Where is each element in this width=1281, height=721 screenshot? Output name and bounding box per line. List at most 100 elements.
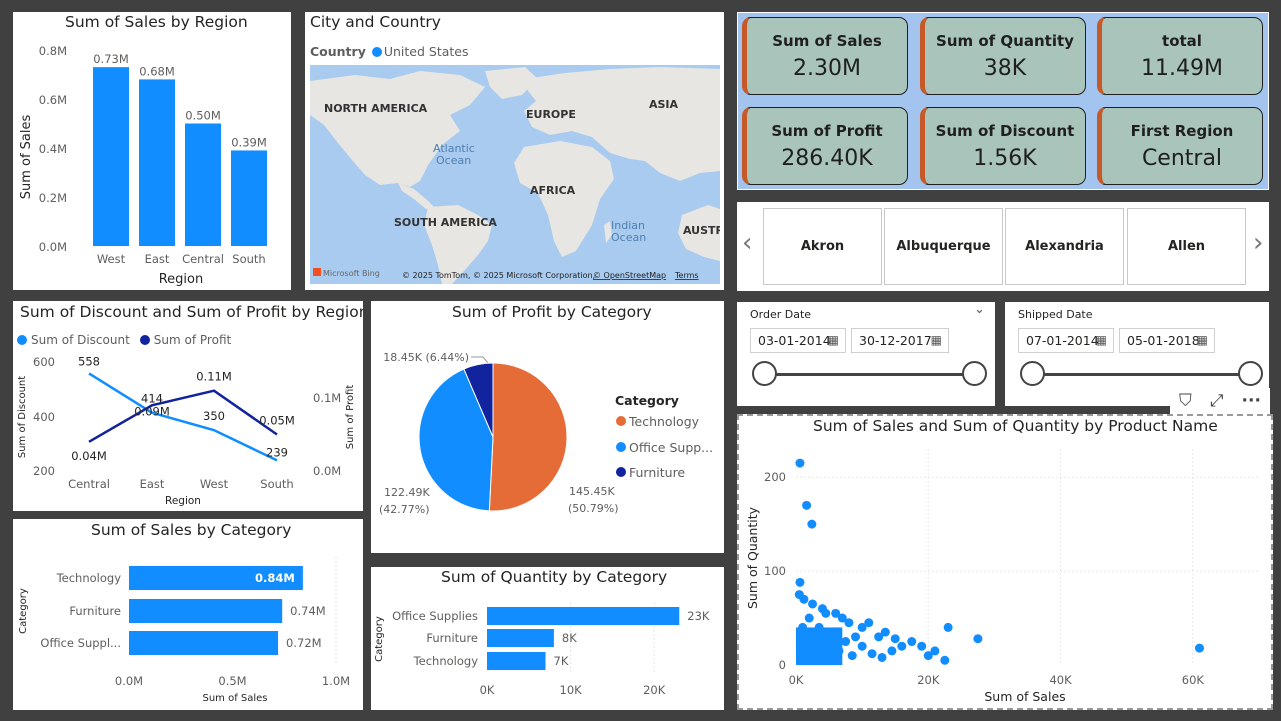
shipped-date-to-input[interactable]: 05-01-2018 ▦ [1119, 328, 1215, 353]
y2-tick: 0.0M [313, 464, 341, 478]
quantity-by-category-visual[interactable]: Sum of Quantity by Category Category Off… [371, 567, 724, 710]
scatter-point [824, 641, 834, 651]
scatter-point [796, 632, 806, 642]
data-label: 0.50M [185, 109, 221, 123]
map-label: ASIA [649, 98, 679, 111]
city-country-map-visual[interactable]: City and Country Country United States N… [305, 12, 724, 290]
data-label: 0.05M [259, 414, 295, 428]
y-axis-label: Category [374, 616, 385, 662]
x-tick: 40K [1049, 673, 1072, 687]
scatter-point [811, 632, 821, 642]
sales-by-category-visual[interactable]: Sum of Sales by Category Category Sum of… [13, 519, 363, 710]
y-tick: 600 [33, 355, 55, 369]
data-label: 558 [78, 354, 100, 368]
world-map[interactable]: NORTH AMERICA EUROPE ASIA AFRICA SOUTH A… [310, 65, 720, 284]
calendar-icon[interactable]: ▦ [1197, 333, 1208, 347]
quantity-by-category-chart: Category Office Supplies 23K Furniture 8K Te… [374, 602, 710, 697]
profit-pie-chart: 18.45K (6.44%) 122.49K (42.77%) 145.45K … [379, 351, 713, 516]
scatter-point [877, 652, 887, 662]
kpi-panel: Sum of Sales 2.30M Sum of Quantity 38K tot… [737, 12, 1269, 190]
data-label: (50.79%) [568, 502, 619, 515]
y-axis-label: Sum of Discount [17, 376, 28, 458]
osm-link[interactable]: © OpenStreetMap [593, 271, 666, 280]
filter-icon[interactable]: ⛉ [1179, 391, 1192, 411]
city-slicer: ‹ Akron Albuquerque Alexandria Allen › [737, 202, 1269, 291]
slider-track[interactable] [1033, 373, 1251, 376]
y-tick: 0.4M [39, 142, 67, 156]
y-tick: Furniture [69, 604, 121, 618]
x-axis-label: Sum of Sales [202, 693, 267, 704]
order-date-from-input[interactable]: 03-01-2014 ▦ [750, 328, 846, 353]
shipped-date-from-input[interactable]: 07-01-2014 ▦ [1018, 328, 1114, 353]
discount-profit-by-region-visual[interactable]: Sum of Discount and Sum of Profit by Reg… [13, 301, 363, 511]
x-tick: West [200, 477, 229, 491]
slider-handle-end[interactable] [1238, 361, 1263, 386]
kpi-value: 1.56K [973, 146, 1037, 171]
focus-mode-icon[interactable]: ⤢ [1210, 391, 1224, 411]
sales-quantity-scatter-visual[interactable]: Sum of Sales and Sum of Quantity by Prod… [737, 414, 1273, 710]
x-tick: 1.0M [322, 674, 350, 688]
city-tile-akron[interactable]: Akron [763, 208, 882, 285]
date-value: 03-01-2014 [758, 333, 831, 348]
data-label: 0.09M [134, 404, 170, 418]
slider-handle-start[interactable] [1020, 361, 1045, 386]
scatter-point [930, 646, 940, 656]
scatter-point [811, 655, 821, 665]
chart-title: City and Country [310, 13, 441, 31]
scatter-point [940, 655, 950, 665]
chevron-down-icon[interactable]: ⌄ [974, 302, 985, 317]
data-label: 8K [562, 631, 577, 645]
kpi-card-quantity[interactable]: Sum of Quantity 38K [920, 17, 1086, 95]
data-label: 0.04M [71, 449, 107, 463]
kpi-card-sales[interactable]: Sum of Sales 2.30M [742, 17, 908, 95]
kpi-card-profit[interactable]: Sum of Profit 286.40K [742, 107, 908, 185]
scatter-point [907, 637, 917, 647]
y-tick: 200 [764, 470, 786, 484]
x-tick: 0K [789, 673, 804, 687]
scatter-point [801, 652, 811, 662]
date-value: 05-01-2018 [1127, 333, 1200, 348]
more-options-icon[interactable]: ··· [1242, 391, 1261, 411]
scatter-point [795, 577, 805, 587]
x-axis-label: Region [159, 272, 204, 287]
kpi-value: Central [1141, 146, 1223, 171]
data-label: 7K [554, 654, 569, 668]
kpi-card-total[interactable]: total 11.49M [1097, 17, 1263, 95]
bing-label: Microsoft Bing [323, 269, 380, 278]
sales-by-category-chart: Category Sum of Sales Technology 0.84M Fur… [18, 557, 350, 704]
city-tile-albuquerque[interactable]: Albuquerque [884, 208, 1003, 285]
legend-item: Furniture [629, 465, 685, 480]
y2-tick: 0.1M [313, 391, 341, 405]
slider-track[interactable] [763, 373, 975, 376]
city-tile-alexandria[interactable]: Alexandria [1005, 208, 1124, 285]
y-tick: Technology [413, 654, 479, 668]
scatter-point [795, 458, 805, 468]
kpi-label: Sum of Quantity [936, 32, 1074, 50]
data-label: 0.39M [231, 135, 267, 149]
y2-axis-label: Sum of Profit [345, 385, 356, 450]
y-tick: 400 [33, 410, 55, 424]
profit-by-category-visual[interactable]: Sum of Profit by Category 18.45K (6.44%)… [371, 301, 724, 553]
x-tick: 60K [1182, 673, 1205, 687]
city-tile-allen[interactable]: Allen [1127, 208, 1246, 285]
data-label: 0.74M [290, 604, 326, 618]
prev-arrow-icon[interactable]: ‹ [742, 228, 752, 258]
kpi-card-discount[interactable]: Sum of Discount 1.56K [920, 107, 1086, 185]
scatter-point [847, 651, 857, 661]
order-date-to-input[interactable]: 30-12-2017 ▦ [851, 328, 949, 353]
scatter-point [897, 641, 907, 651]
data-label: 0.73M [93, 52, 129, 66]
calendar-icon[interactable]: ▦ [931, 333, 942, 347]
slider-handle-start[interactable] [752, 361, 777, 386]
calendar-icon[interactable]: ▦ [1096, 333, 1107, 347]
slider-handle-end[interactable] [962, 361, 987, 386]
map-label: SOUTH AMERICA [394, 216, 497, 229]
sales-by-region-visual[interactable]: Sum of Sales by Region Sum of Sales Regi… [13, 12, 291, 290]
terms-link[interactable]: Terms [674, 271, 699, 280]
kpi-card-first-region[interactable]: First Region Central [1097, 107, 1263, 185]
legend-dot [616, 442, 626, 452]
calendar-icon[interactable]: ▦ [828, 333, 839, 347]
scatter-point [973, 634, 983, 644]
x-tick: East [145, 252, 170, 266]
next-arrow-icon[interactable]: › [1253, 228, 1263, 258]
